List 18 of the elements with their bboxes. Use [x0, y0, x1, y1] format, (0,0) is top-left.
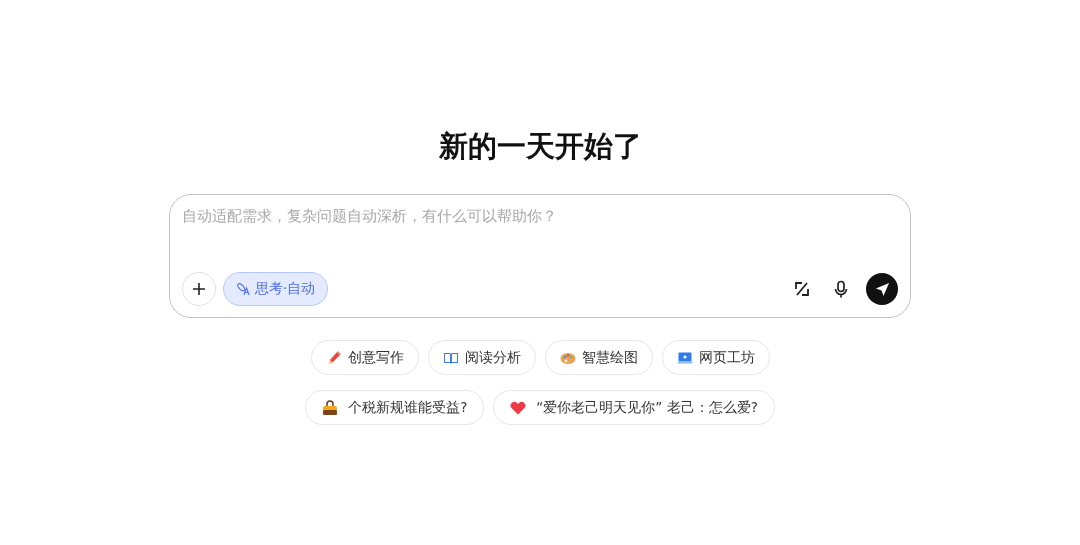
- think-toggle[interactable]: 思考·自动: [223, 272, 329, 306]
- microphone-icon: [832, 280, 850, 298]
- shortcut-chip[interactable]: 阅读分析: [427, 340, 536, 375]
- shortcut-chip[interactable]: 创意写作: [310, 340, 419, 375]
- shortcut-chip[interactable]: 智慧绘图: [544, 340, 653, 375]
- shortcut-chip[interactable]: 网页工坊: [661, 340, 770, 375]
- send-button[interactable]: [866, 273, 898, 305]
- add-button[interactable]: [182, 272, 216, 306]
- send-icon: [874, 281, 890, 297]
- plus-icon: [191, 281, 207, 297]
- slash-icon: [793, 280, 811, 298]
- bag-icon: [322, 399, 339, 416]
- page-heading: 新的一天开始了: [438, 128, 642, 165]
- heart-icon: [510, 399, 527, 416]
- chat-input-box[interactable]: 自动适配需求，复杂问题自动深析，有什么可以帮助你？ 思考·自动: [169, 194, 911, 318]
- suggestion-chip[interactable]: 个税新规谁能受益?: [305, 390, 485, 425]
- message-field[interactable]: 自动适配需求，复杂问题自动深析，有什么可以帮助你？: [182, 207, 898, 272]
- suggestion-chip[interactable]: “爱你老己明天见你” 老己：怎么爱?: [493, 390, 775, 425]
